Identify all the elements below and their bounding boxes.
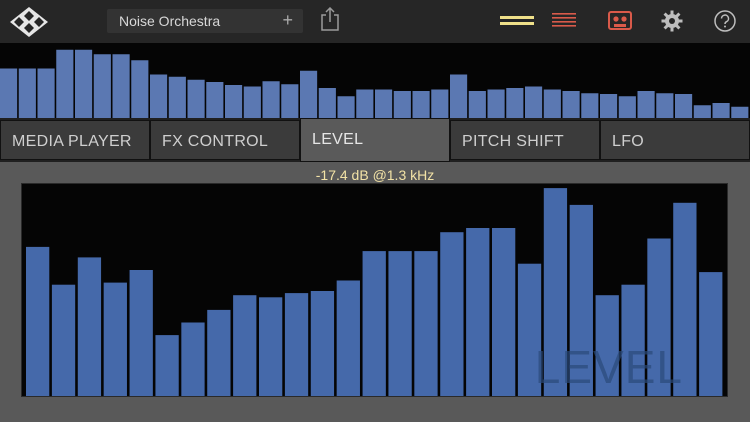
overview-bar [506, 88, 524, 118]
tab-pitch-shift[interactable]: PITCH SHIFT [450, 120, 600, 160]
overview-bar [243, 86, 261, 118]
add-preset-button[interactable]: + [282, 10, 293, 31]
tab-lfo[interactable]: LFO [600, 120, 750, 160]
overview-bar [225, 85, 243, 118]
overview-bar [412, 91, 430, 118]
level-readout: -17.4 dB @1.3 kHz [315, 167, 435, 183]
preset-name: Noise Orchestra [119, 13, 221, 29]
level-bar [233, 295, 257, 396]
overview-bar [112, 54, 130, 118]
level-bar [492, 228, 516, 396]
tab-media-player[interactable]: MEDIA PLAYER [0, 120, 150, 160]
logo-icon[interactable] [9, 6, 49, 38]
level-bar [440, 232, 464, 396]
level-bar [284, 293, 309, 396]
overview-bar [187, 79, 205, 118]
overview-bar [525, 86, 543, 118]
overview-bar [693, 105, 711, 118]
overview-bar [75, 49, 93, 118]
level-bar [466, 228, 490, 396]
overview-bar [262, 81, 280, 118]
level-bar [26, 246, 50, 396]
overview-bar [168, 76, 186, 118]
overview-bar [93, 54, 111, 118]
level-bar [362, 251, 386, 396]
overview-bar [731, 106, 749, 118]
level-bar [103, 282, 127, 396]
level-bar [51, 284, 76, 396]
overview-bar [393, 91, 411, 118]
share-icon[interactable] [320, 7, 340, 31]
top-toolbar: Noise Orchestra + [0, 0, 750, 43]
overview-bar [37, 68, 55, 118]
overview-bar [281, 84, 299, 118]
overview-bar [431, 89, 449, 118]
overview-bar [562, 91, 580, 118]
overview-bar [131, 60, 149, 118]
level-bar [336, 280, 360, 396]
tab-bar: MEDIA PLAYER FX CONTROL LEVEL PITCH SHIF… [0, 118, 750, 162]
overview-bar [318, 88, 336, 118]
overview-bar [18, 68, 36, 118]
level-graph[interactable]: LEVEL [21, 183, 728, 397]
level-bar [388, 251, 412, 396]
level-bar [207, 309, 231, 396]
overview-bar [637, 91, 655, 118]
level-bar [259, 297, 283, 396]
level-bar [414, 251, 438, 396]
overview-bar [468, 91, 486, 118]
tab-fx-control[interactable]: FX CONTROL [150, 120, 300, 160]
overview-bar [712, 103, 730, 118]
overview-bar [375, 89, 393, 118]
level-bar [181, 322, 205, 396]
overview-bar [450, 74, 468, 118]
overview-bar [356, 89, 374, 118]
level-bar [77, 257, 102, 396]
overview-bar [543, 89, 561, 118]
level-bar [129, 270, 153, 396]
level-bar [310, 291, 335, 396]
overview-bar [581, 93, 599, 118]
overview-bar [600, 94, 618, 118]
level-watermark: LEVEL [534, 341, 683, 393]
highlight-lines-icon[interactable] [500, 16, 534, 26]
overview-bar [337, 96, 355, 118]
overview-bar [206, 82, 224, 118]
overview-bar [618, 96, 636, 118]
level-panel: -17.4 dB @1.3 kHz LEVEL [0, 162, 750, 422]
overview-bar [150, 74, 168, 118]
overview-bar [656, 93, 674, 118]
overview-bar [0, 68, 18, 118]
overview-bar [675, 94, 693, 118]
overview-bar [300, 70, 318, 118]
tab-level[interactable]: LEVEL [300, 118, 450, 162]
preset-selector[interactable]: Noise Orchestra + [107, 9, 303, 33]
level-bar [155, 335, 179, 396]
overview-bars [0, 49, 749, 118]
spectrum-overview[interactable] [0, 43, 750, 118]
list-icon[interactable] [552, 13, 576, 27]
tape-icon[interactable] [608, 11, 632, 30]
level-bar [699, 272, 723, 396]
overview-bar [487, 89, 505, 118]
gear-icon[interactable] [661, 10, 683, 32]
help-icon[interactable] [714, 10, 736, 32]
overview-bar [56, 49, 74, 118]
